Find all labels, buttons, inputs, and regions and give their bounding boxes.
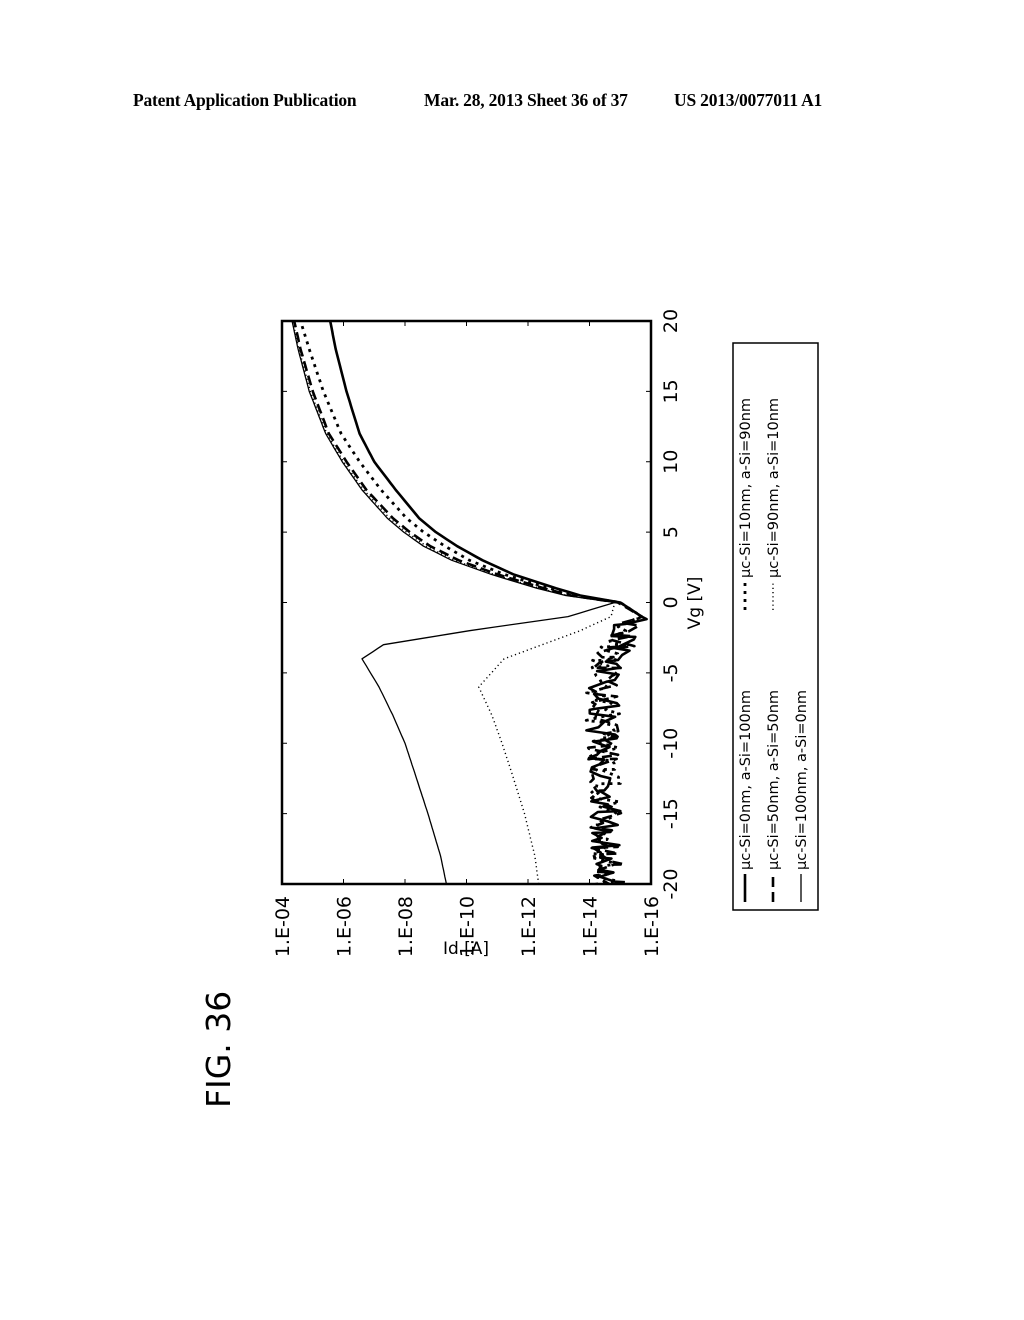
y-tick-label: 1.E-14 [580, 896, 602, 957]
x-tick-label: 5 [660, 526, 682, 538]
legend-item: μc-Si=90nm, a-Si=10nm [766, 398, 782, 610]
y-tick-label: 1.E-04 [272, 896, 294, 957]
x-tick-label: 0 [660, 596, 682, 608]
x-tick-label: 10 [660, 450, 682, 474]
series-line-3 [292, 321, 643, 884]
x-tick-label: -5 [660, 663, 682, 682]
x-axis-label: Vg [V] [685, 577, 705, 630]
x-tick-label: -10 [660, 728, 682, 759]
series-line-4 [292, 321, 616, 884]
legend-label: μc-Si=0nm, a-Si=100nm [738, 690, 754, 870]
x-tick-label: -20 [660, 868, 682, 899]
figure-canvas: FIG. 36 -20 -15 -10 -5 0 5 10 15 20 1.E-04 1.E-06… [199, 309, 819, 1108]
figure-label: FIG. 36 [199, 991, 238, 1108]
x-tick-label: -15 [660, 798, 682, 829]
legend-label: μc-Si=10nm, a-Si=90nm [738, 398, 754, 578]
y-tick-label: 1.E-06 [334, 896, 356, 957]
legend-label: μc-Si=50nm, a-Si=50nm [766, 690, 782, 870]
chart-series-group [291, 321, 648, 884]
chart-legend: μc-Si=0nm, a-Si=100nm μc-Si=10nm, a-Si=90… [732, 342, 819, 911]
series-line-5 [291, 321, 616, 884]
legend-item: μc-Si=50nm, a-Si=50nm [766, 690, 782, 902]
y-axis-label: Id [A] [443, 939, 489, 959]
x-tick-label: 20 [660, 309, 682, 333]
series-line-1 [328, 321, 648, 884]
legend-item: μc-Si=100nm, a-Si=0nm [794, 690, 810, 902]
y-tick-label: 1.E-12 [518, 896, 540, 957]
legend-label: μc-Si=100nm, a-Si=0nm [794, 690, 810, 870]
y-tick-label: 1.E-16 [641, 896, 663, 957]
legend-item: μc-Si=0nm, a-Si=100nm [738, 690, 754, 902]
legend-label: μc-Si=90nm, a-Si=10nm [766, 398, 782, 578]
chart: -20 -15 -10 -5 0 5 10 15 20 1.E-04 1.E-06 1.E-08 1.… [272, 309, 705, 959]
legend-item: μc-Si=10nm, a-Si=90nm [738, 398, 754, 610]
y-tick-label: 1.E-08 [395, 896, 417, 957]
x-tick-label: 15 [660, 379, 682, 403]
